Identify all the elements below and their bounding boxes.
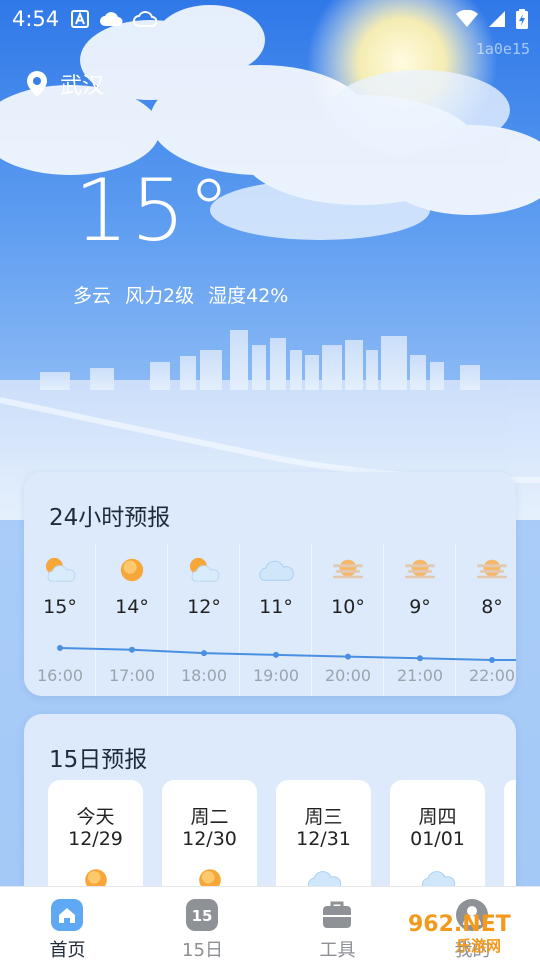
daily-date: 12/29 bbox=[68, 828, 123, 850]
tab-home[interactable]: 首页 bbox=[0, 887, 135, 961]
daily-date: 12/30 bbox=[182, 828, 237, 850]
home-icon bbox=[51, 899, 83, 931]
status-system-icons bbox=[456, 9, 528, 29]
trend-point bbox=[201, 650, 207, 657]
location-city: 武汉 bbox=[60, 74, 105, 99]
hourly-forecast-strip[interactable]: 15° 16:00 14° 17:00 12° 18:00 11° 19:00 10° 20:00… bbox=[24, 544, 516, 696]
status-notifications bbox=[71, 9, 158, 29]
a-badge-icon bbox=[71, 10, 90, 28]
profile-icon bbox=[456, 899, 488, 931]
location-selector[interactable]: 武汉 bbox=[26, 68, 104, 100]
tab-label: 工具 bbox=[319, 940, 356, 961]
tab-forecast-15[interactable]: 15 15日 bbox=[135, 887, 270, 961]
tab-profile[interactable]: 我的 bbox=[405, 887, 540, 961]
trend-point bbox=[57, 645, 63, 651]
tab-label: 我的 bbox=[454, 940, 491, 961]
hourly-forecast-card: 24小时预报 15° 16:00 14° 17:00 12° 18:00 11° 19:00 1… bbox=[24, 472, 516, 696]
weather-screen: 4:54 1a0e15 武汉 15° 多云 风力2级 湿度42% 24小时预报 … bbox=[0, 0, 540, 961]
current-conditions: 多云 风力2级 湿度42% bbox=[73, 281, 288, 308]
trend-point bbox=[417, 655, 423, 662]
tab-tools[interactable]: 工具 bbox=[270, 887, 405, 961]
daily-day-name: 周三 bbox=[304, 806, 343, 828]
trend-point bbox=[273, 651, 279, 658]
daily-day-name: 周二 bbox=[190, 806, 229, 828]
daily-forecast-title: 15日预报 bbox=[49, 747, 148, 773]
tab-label: 15日 bbox=[182, 940, 223, 961]
toolbox-icon bbox=[323, 901, 351, 928]
daily-day-name: 周四 bbox=[418, 806, 457, 828]
signal-icon bbox=[489, 11, 505, 27]
status-time: 4:54 bbox=[12, 7, 60, 31]
status-bar: 4:54 bbox=[0, 0, 540, 38]
wifi-icon bbox=[456, 10, 478, 27]
trend-path bbox=[59, 647, 516, 661]
trend-point bbox=[345, 653, 351, 660]
temperature-trend-line bbox=[57, 645, 516, 663]
daily-day-name: 今天 bbox=[76, 806, 115, 828]
wind-text: 风力2级 bbox=[125, 285, 195, 307]
condition-text: 多云 bbox=[73, 285, 112, 307]
location-pin-icon bbox=[27, 71, 47, 97]
humidity-text: 湿度42% bbox=[208, 285, 289, 307]
current-temperature: 15° bbox=[74, 161, 233, 261]
svg-text:15: 15 bbox=[192, 907, 213, 925]
daily-forecast-strip[interactable]: 今天 12/29 周二 12/30 周三 12/31 周四 01/01 bbox=[48, 780, 516, 910]
battery-icon bbox=[516, 9, 528, 29]
build-tag: 1a0e15 bbox=[475, 40, 530, 58]
bottom-tab-bar: 首页 15 15日 工具 我的 bbox=[0, 886, 540, 961]
trend-point bbox=[129, 646, 135, 653]
trend-point bbox=[489, 657, 495, 663]
hourly-forecast-title: 24小时预报 bbox=[49, 505, 171, 531]
calendar-15-icon: 15 bbox=[186, 899, 218, 931]
daily-date: 12/31 bbox=[296, 828, 351, 850]
cloud-filled-icon bbox=[100, 12, 123, 26]
tab-label: 首页 bbox=[49, 940, 86, 961]
cloud-outline-icon bbox=[133, 11, 158, 27]
daily-date: 01/01 bbox=[410, 828, 465, 850]
